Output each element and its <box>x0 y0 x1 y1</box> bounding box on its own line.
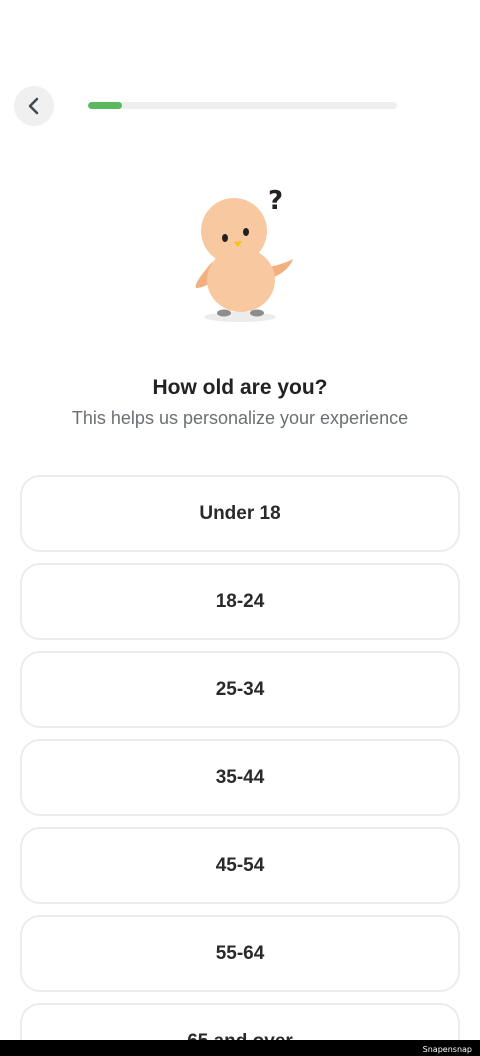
question-subtitle: This helps us personalize your experienc… <box>71 408 409 428</box>
option-25-34[interactable]: 25-34 <box>20 651 460 728</box>
question-mark-symbol: ? <box>268 186 283 216</box>
option-45-54[interactable]: 45-54 <box>20 827 460 904</box>
bottom-bar <box>0 1040 480 1056</box>
mascot-right-foot <box>250 309 264 317</box>
option-35-44[interactable]: 35-44 <box>20 739 460 816</box>
mascot-right-eye <box>243 228 249 236</box>
progress-bar <box>88 102 397 109</box>
age-options-list: Under 18 18-24 25-34 35-44 45-54 55-64 6… <box>20 475 460 1056</box>
mascot-shadow <box>204 312 276 322</box>
mascot-illustration: ? <box>195 186 293 322</box>
mascot-head <box>201 198 267 264</box>
watermark: Snapensnap <box>422 1045 472 1054</box>
option-18-24[interactable]: 18-24 <box>20 563 460 640</box>
mascot-left-foot <box>217 309 231 317</box>
onboarding-age-screen: ? How old are you? This helps us persona… <box>0 0 480 1056</box>
question-title: How old are you? <box>152 376 328 399</box>
mascot-left-eye <box>222 234 228 242</box>
option-under-18[interactable]: Under 18 <box>20 475 460 552</box>
chevron-left-icon <box>28 97 39 115</box>
option-55-64[interactable]: 55-64 <box>20 915 460 992</box>
progress-fill <box>88 102 122 109</box>
back-button[interactable] <box>14 86 54 126</box>
